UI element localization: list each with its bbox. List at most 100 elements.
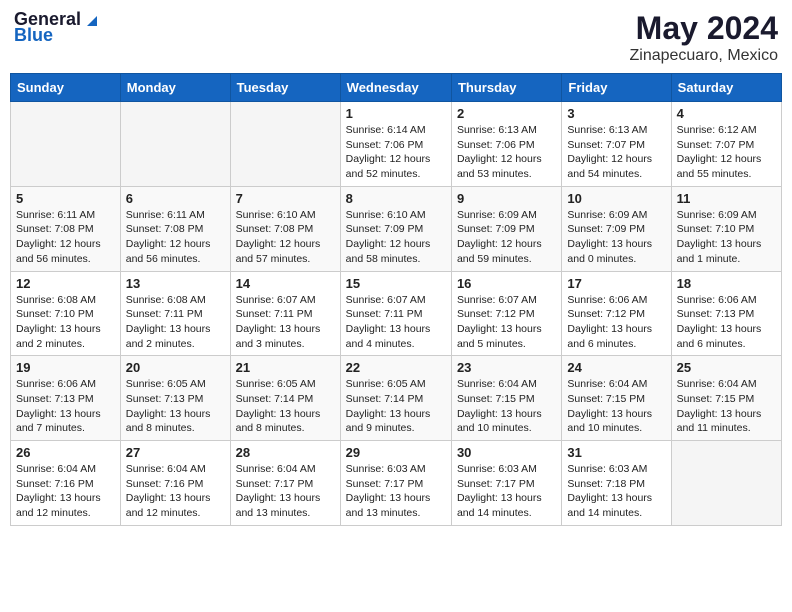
day-number: 2 <box>457 106 556 121</box>
day-number: 27 <box>126 445 225 460</box>
day-number: 20 <box>126 360 225 375</box>
table-row: 3 Sunrise: 6:13 AM Sunset: 7:07 PM Daylig… <box>562 102 671 187</box>
table-row: 8 Sunrise: 6:10 AM Sunset: 7:09 PM Daylig… <box>340 186 451 271</box>
day-number: 7 <box>236 191 335 206</box>
day-number: 10 <box>567 191 665 206</box>
table-row <box>120 102 230 187</box>
table-row: 17Sunrise: 6:06 AM Sunset: 7:12 PM Dayli… <box>562 271 671 356</box>
day-info: Sunrise: 6:04 AM Sunset: 7:15 PM Dayligh… <box>567 377 665 436</box>
calendar-week-1: 1 Sunrise: 6:14 AM Sunset: 7:06 PM Daylig… <box>11 102 782 187</box>
table-row: 20 Sunrise: 6:05 AM Sunset: 7:13 PM Dayli… <box>120 356 230 441</box>
day-number: 28 <box>236 445 335 460</box>
day-info: Sunrise: 6:06 AM Sunset: 7:12 PM Dayligh… <box>567 293 665 352</box>
table-row: 9 Sunrise: 6:09 AM Sunset: 7:09 PM Daylig… <box>451 186 561 271</box>
title-section: May 2024 Zinapecuaro, Mexico <box>629 10 778 65</box>
table-row: 6Sunrise: 6:11 AM Sunset: 7:08 PM Daylig… <box>120 186 230 271</box>
day-number: 13 <box>126 276 225 291</box>
day-number: 5 <box>16 191 115 206</box>
col-saturday: Saturday <box>671 74 781 102</box>
day-number: 29 <box>346 445 446 460</box>
day-info: Sunrise: 6:08 AM Sunset: 7:11 PM Dayligh… <box>126 293 225 352</box>
col-sunday: Sunday <box>11 74 121 102</box>
month-title: May 2024 <box>629 10 778 47</box>
table-row: 19 Sunrise: 6:06 AM Sunset: 7:13 PM Dayli… <box>11 356 121 441</box>
day-number: 8 <box>346 191 446 206</box>
day-number: 23 <box>457 360 556 375</box>
day-info: Sunrise: 6:14 AM Sunset: 7:06 PM Dayligh… <box>346 123 446 182</box>
col-wednesday: Wednesday <box>340 74 451 102</box>
table-row: 11 Sunrise: 6:09 AM Sunset: 7:10 PM Dayli… <box>671 186 781 271</box>
table-row: 26Sunrise: 6:04 AM Sunset: 7:16 PM Dayli… <box>11 441 121 526</box>
day-number: 31 <box>567 445 665 460</box>
logo-text: General Blue <box>14 10 99 44</box>
table-row: 18 Sunrise: 6:06 AM Sunset: 7:13 PM Dayli… <box>671 271 781 356</box>
table-row: 29Sunrise: 6:03 AM Sunset: 7:17 PM Dayli… <box>340 441 451 526</box>
day-info: Sunrise: 6:04 AM Sunset: 7:16 PM Dayligh… <box>16 462 115 521</box>
day-number: 6 <box>126 191 225 206</box>
table-row: 2 Sunrise: 6:13 AM Sunset: 7:06 PM Daylig… <box>451 102 561 187</box>
day-info: Sunrise: 6:07 AM Sunset: 7:11 PM Dayligh… <box>236 293 335 352</box>
day-number: 16 <box>457 276 556 291</box>
day-info: Sunrise: 6:13 AM Sunset: 7:07 PM Dayligh… <box>567 123 665 182</box>
day-info: Sunrise: 6:03 AM Sunset: 7:18 PM Dayligh… <box>567 462 665 521</box>
table-row: 13 Sunrise: 6:08 AM Sunset: 7:11 PM Dayli… <box>120 271 230 356</box>
table-row <box>671 441 781 526</box>
logo: General Blue <box>14 10 99 44</box>
table-row: 14 Sunrise: 6:07 AM Sunset: 7:11 PM Dayli… <box>230 271 340 356</box>
calendar-week-3: 12 Sunrise: 6:08 AM Sunset: 7:10 PM Dayli… <box>11 271 782 356</box>
table-row: 31 Sunrise: 6:03 AM Sunset: 7:18 PM Dayli… <box>562 441 671 526</box>
table-row: 30 Sunrise: 6:03 AM Sunset: 7:17 PM Dayli… <box>451 441 561 526</box>
day-number: 24 <box>567 360 665 375</box>
table-row <box>230 102 340 187</box>
day-info: Sunrise: 6:06 AM Sunset: 7:13 PM Dayligh… <box>677 293 776 352</box>
table-row: 21 Sunrise: 6:05 AM Sunset: 7:14 PM Dayli… <box>230 356 340 441</box>
day-info: Sunrise: 6:07 AM Sunset: 7:11 PM Dayligh… <box>346 293 446 352</box>
day-info: Sunrise: 6:04 AM Sunset: 7:17 PM Dayligh… <box>236 462 335 521</box>
day-info: Sunrise: 6:09 AM Sunset: 7:09 PM Dayligh… <box>457 208 556 267</box>
table-row: 15Sunrise: 6:07 AM Sunset: 7:11 PM Dayli… <box>340 271 451 356</box>
table-row: 16 Sunrise: 6:07 AM Sunset: 7:12 PM Dayli… <box>451 271 561 356</box>
location-title: Zinapecuaro, Mexico <box>629 47 778 65</box>
calendar-week-2: 5 Sunrise: 6:11 AM Sunset: 7:08 PM Daylig… <box>11 186 782 271</box>
table-row: 23 Sunrise: 6:04 AM Sunset: 7:15 PM Dayli… <box>451 356 561 441</box>
day-info: Sunrise: 6:11 AM Sunset: 7:08 PM Dayligh… <box>16 208 115 267</box>
logo-blue: Blue <box>14 26 99 44</box>
day-number: 1 <box>346 106 446 121</box>
col-monday: Monday <box>120 74 230 102</box>
table-row <box>11 102 121 187</box>
day-info: Sunrise: 6:08 AM Sunset: 7:10 PM Dayligh… <box>16 293 115 352</box>
day-number: 19 <box>16 360 115 375</box>
day-number: 4 <box>677 106 776 121</box>
day-number: 21 <box>236 360 335 375</box>
day-number: 25 <box>677 360 776 375</box>
table-row: 10 Sunrise: 6:09 AM Sunset: 7:09 PM Dayli… <box>562 186 671 271</box>
calendar-week-4: 19 Sunrise: 6:06 AM Sunset: 7:13 PM Dayli… <box>11 356 782 441</box>
day-info: Sunrise: 6:09 AM Sunset: 7:09 PM Dayligh… <box>567 208 665 267</box>
day-info: Sunrise: 6:07 AM Sunset: 7:12 PM Dayligh… <box>457 293 556 352</box>
day-info: Sunrise: 6:05 AM Sunset: 7:14 PM Dayligh… <box>236 377 335 436</box>
day-number: 14 <box>236 276 335 291</box>
day-info: Sunrise: 6:03 AM Sunset: 7:17 PM Dayligh… <box>457 462 556 521</box>
day-info: Sunrise: 6:13 AM Sunset: 7:06 PM Dayligh… <box>457 123 556 182</box>
day-number: 12 <box>16 276 115 291</box>
day-number: 18 <box>677 276 776 291</box>
col-tuesday: Tuesday <box>230 74 340 102</box>
calendar-header-row: Sunday Monday Tuesday Wednesday Thursday… <box>11 74 782 102</box>
day-number: 3 <box>567 106 665 121</box>
day-number: 30 <box>457 445 556 460</box>
day-info: Sunrise: 6:04 AM Sunset: 7:15 PM Dayligh… <box>457 377 556 436</box>
col-friday: Friday <box>562 74 671 102</box>
day-info: Sunrise: 6:09 AM Sunset: 7:10 PM Dayligh… <box>677 208 776 267</box>
day-number: 11 <box>677 191 776 206</box>
day-info: Sunrise: 6:10 AM Sunset: 7:09 PM Dayligh… <box>346 208 446 267</box>
table-row: 1 Sunrise: 6:14 AM Sunset: 7:06 PM Daylig… <box>340 102 451 187</box>
table-row: 28 Sunrise: 6:04 AM Sunset: 7:17 PM Dayli… <box>230 441 340 526</box>
table-row: 22Sunrise: 6:05 AM Sunset: 7:14 PM Dayli… <box>340 356 451 441</box>
calendar-table: Sunday Monday Tuesday Wednesday Thursday… <box>10 73 782 526</box>
table-row: 7 Sunrise: 6:10 AM Sunset: 7:08 PM Daylig… <box>230 186 340 271</box>
table-row: 27Sunrise: 6:04 AM Sunset: 7:16 PM Dayli… <box>120 441 230 526</box>
day-info: Sunrise: 6:10 AM Sunset: 7:08 PM Dayligh… <box>236 208 335 267</box>
day-info: Sunrise: 6:06 AM Sunset: 7:13 PM Dayligh… <box>16 377 115 436</box>
day-info: Sunrise: 6:05 AM Sunset: 7:13 PM Dayligh… <box>126 377 225 436</box>
day-number: 9 <box>457 191 556 206</box>
